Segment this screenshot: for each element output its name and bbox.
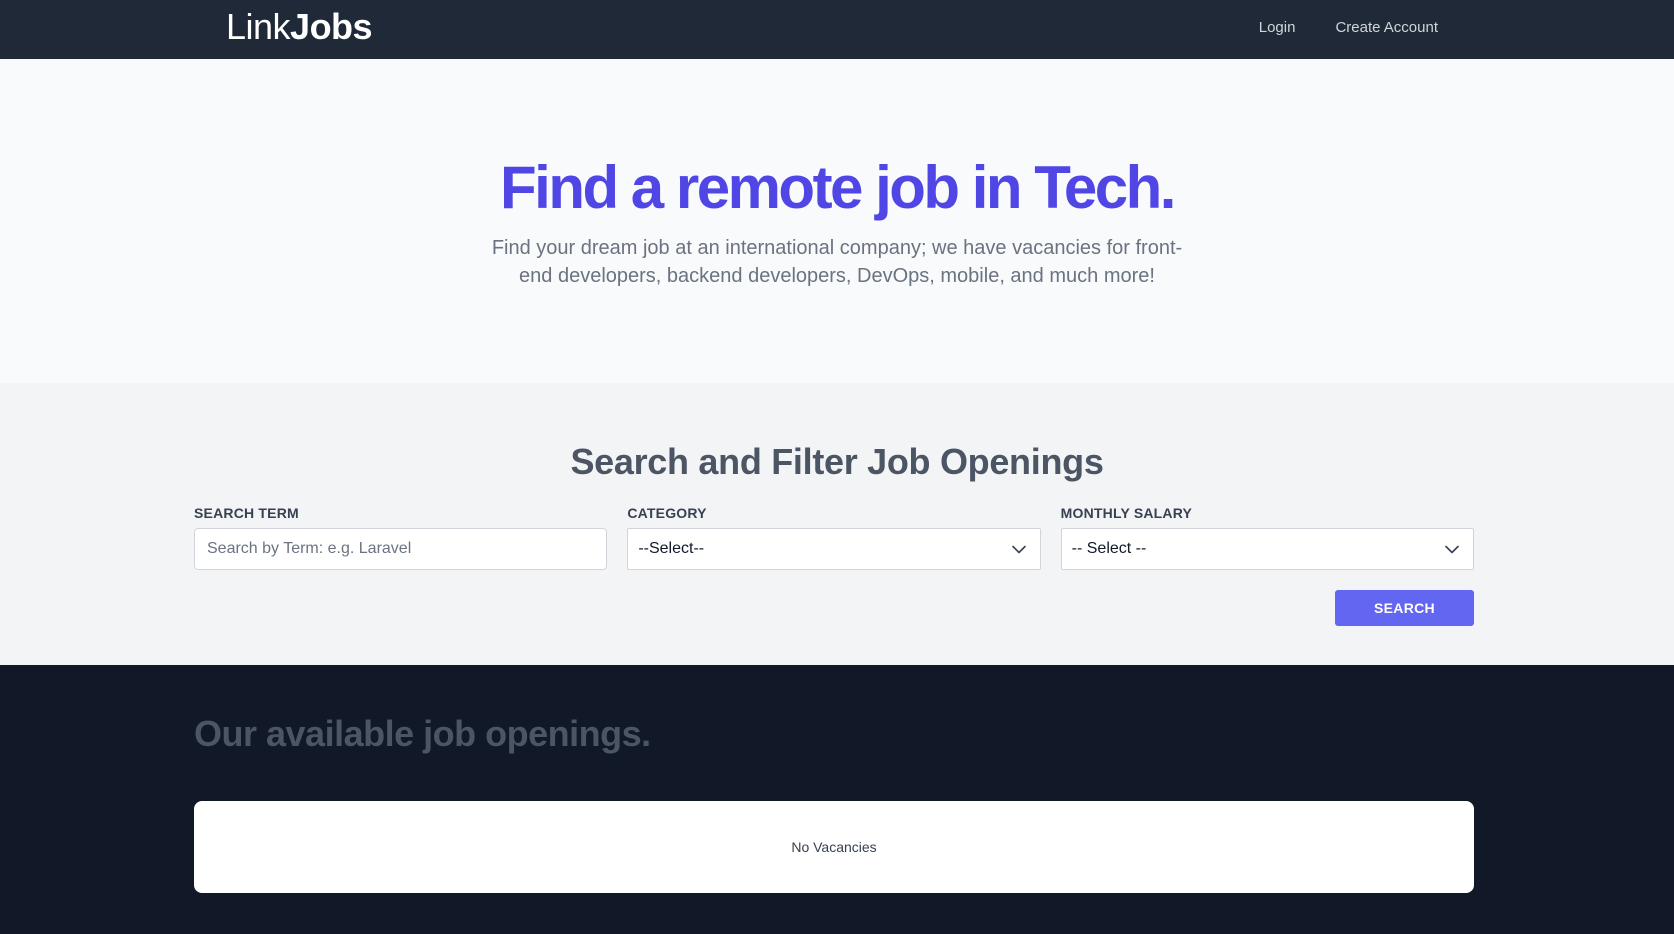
nav-links: Login Create Account [1259,18,1438,38]
category-select[interactable]: --Select-- [627,528,1041,570]
filter-title: Search and Filter Job Openings [570,441,1104,482]
vacancies-list: No Vacancies [194,801,1474,893]
category-selected-value: --Select-- [638,540,705,557]
chevron-down-icon [1011,529,1026,569]
search-term-label: Search Term [194,505,299,521]
salary-field: Monthly Salary -- Select -- [1060,505,1474,570]
openings-title: Our available job openings. [194,713,651,754]
job-openings-section: Our available job openings. No Vacancies [0,665,1674,934]
hero-section: Find a remote job in Tech. Find your dre… [0,59,1674,383]
category-label: Category [627,505,707,521]
salary-select[interactable]: -- Select -- [1060,528,1474,570]
search-button[interactable]: Search [1335,590,1474,626]
top-navigation: LinkJobs Login Create Account [0,0,1674,59]
filter-form: Search Term Category --Select-- Monthly … [194,505,1474,570]
hero-title: Find a remote job in Tech. [500,154,1176,221]
brand-logo-bold: Jobs [290,6,373,47]
chevron-down-icon [1445,529,1459,569]
login-link[interactable]: Login [1259,18,1296,38]
salary-label: Monthly Salary [1060,505,1193,521]
salary-selected-value: -- Select -- [1071,540,1147,557]
search-filter-section: Search and Filter Job Openings Search Te… [0,383,1674,665]
brand-logo-light: Link [226,6,291,47]
brand-logo[interactable]: LinkJobs [226,6,373,48]
search-term-input[interactable] [194,528,608,570]
create-account-link[interactable]: Create Account [1335,18,1438,38]
hero-subtitle: Find your dream job at an international … [491,237,1183,287]
category-field: Category --Select-- [627,505,1041,570]
empty-state-message: No Vacancies [791,839,877,855]
search-term-field: Search Term [194,505,608,570]
